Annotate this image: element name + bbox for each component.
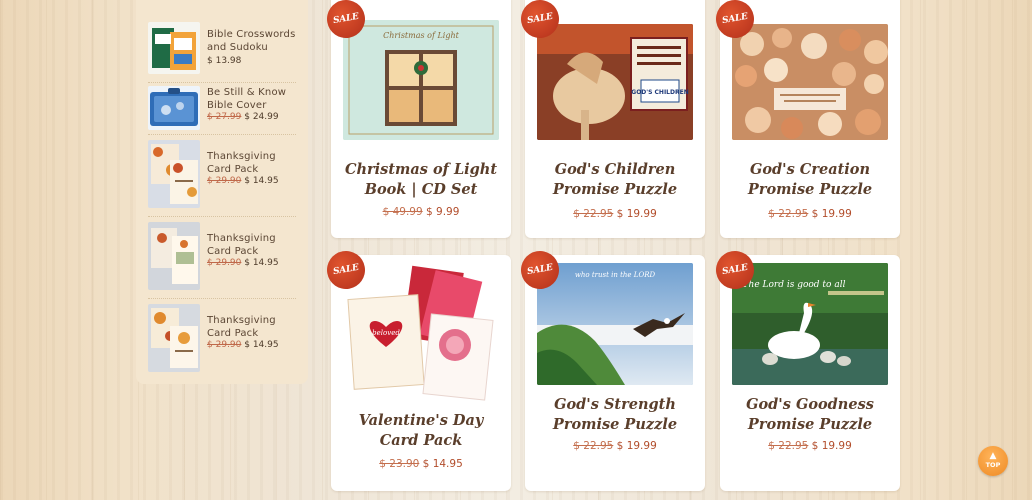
sidebar-item-sale-price: $ 13.98 bbox=[207, 56, 242, 66]
product-price: $ 22.95 $ 19.99 bbox=[525, 440, 705, 452]
product-sale-price: $ 19.99 bbox=[811, 440, 852, 452]
sidebar-item-price: $ 29.90 $ 14.95 bbox=[207, 258, 279, 268]
product-title[interactable]: Christmas of Light Book | CD Set bbox=[339, 160, 503, 200]
sidebar-item-title[interactable]: Bible Crosswords and Sudoku bbox=[207, 28, 299, 54]
sidebar-item-title[interactable]: Thanksgiving Card Pack bbox=[207, 232, 299, 258]
product-title[interactable]: Valentine's Day Card Pack bbox=[339, 411, 503, 451]
product-card[interactable]: SALE God's Creation Promise Puzzle $ 22.… bbox=[712, 0, 900, 238]
sidebar-item-price: $ 29.90 $ 14.95 bbox=[207, 340, 279, 350]
product-image[interactable]: beloved bbox=[343, 261, 499, 401]
product-image[interactable] bbox=[732, 24, 888, 140]
product-old-price: $ 22.95 bbox=[768, 208, 809, 220]
sidebar-item-sale-price: $ 14.95 bbox=[244, 258, 279, 268]
product-image[interactable]: The Lord is good to all bbox=[732, 263, 888, 385]
sidebar-item[interactable]: Be Still & Know Bible Cover $ 27.99 $ 24… bbox=[148, 82, 296, 135]
sidebar-item-old-price: $ 29.90 bbox=[207, 258, 242, 268]
product-card[interactable]: Christmas of Light SALE Christmas of Lig… bbox=[323, 0, 511, 238]
sidebar-product-list: Bible Crosswords and Sudoku $ 13.98 Be S… bbox=[136, 0, 308, 384]
product-image[interactable]: who trust in the LORD bbox=[537, 263, 693, 385]
product-sale-price: $ 19.99 bbox=[811, 208, 852, 220]
product-title[interactable]: God's Strength Promise Puzzle bbox=[533, 395, 697, 435]
product-card[interactable]: beloved SALE Valentine's Day Card Pack $… bbox=[323, 247, 511, 491]
sidebar-item-old-price: $ 29.90 bbox=[207, 340, 242, 350]
product-title[interactable]: God's Creation Promise Puzzle bbox=[728, 160, 892, 200]
sidebar-item[interactable]: Bible Crosswords and Sudoku $ 13.98 bbox=[148, 20, 296, 83]
sidebar-item-title[interactable]: Be Still & Know Bible Cover bbox=[207, 86, 299, 112]
sidebar-item-sale-price: $ 24.99 bbox=[244, 112, 279, 122]
product-sale-price: $ 19.99 bbox=[616, 440, 657, 452]
sidebar-item-sale-price: $ 14.95 bbox=[244, 176, 279, 186]
product-old-price: $ 22.95 bbox=[573, 440, 614, 452]
product-image[interactable]: GOD'S CHILDREN bbox=[537, 24, 693, 140]
product-price: $ 22.95 $ 19.99 bbox=[720, 208, 900, 220]
product-price: $ 22.95 $ 19.99 bbox=[525, 208, 705, 220]
sidebar-item[interactable]: Thanksgiving Card Pack $ 29.90 $ 14.95 bbox=[148, 298, 296, 376]
back-to-top-label: TOP bbox=[985, 461, 1001, 469]
product-card[interactable]: GOD'S CHILDREN SALE God's Children Promi… bbox=[517, 0, 705, 238]
chevron-up-icon: ▲ bbox=[989, 451, 997, 461]
product-old-price: $ 23.90 bbox=[379, 458, 420, 470]
product-sale-price: $ 9.99 bbox=[426, 206, 460, 218]
sidebar-item-price: $ 29.90 $ 14.95 bbox=[207, 176, 279, 186]
product-image-caption: GOD'S CHILDREN bbox=[631, 89, 688, 96]
product-old-price: $ 49.99 bbox=[382, 206, 423, 218]
product-image-caption: The Lord is good to all bbox=[743, 280, 846, 290]
product-sale-price: $ 14.95 bbox=[422, 458, 463, 470]
product-image-caption: who trust in the LORD bbox=[575, 271, 656, 279]
product-sale-price: $ 19.99 bbox=[616, 208, 657, 220]
sidebar-item-price: $ 27.99 $ 24.99 bbox=[207, 112, 279, 122]
product-card[interactable]: who trust in the LORD SALE God's Strengt… bbox=[517, 247, 705, 491]
sidebar-item-sale-price: $ 14.95 bbox=[244, 340, 279, 350]
sidebar-item-title[interactable]: Thanksgiving Card Pack bbox=[207, 150, 299, 176]
product-old-price: $ 22.95 bbox=[768, 440, 809, 452]
product-image-caption: Christmas of Light bbox=[383, 31, 459, 40]
sidebar-item-old-price: $ 29.90 bbox=[207, 176, 242, 186]
sidebar-item-image[interactable] bbox=[148, 86, 200, 130]
sidebar-item-title[interactable]: Thanksgiving Card Pack bbox=[207, 314, 299, 340]
product-title[interactable]: God's Children Promise Puzzle bbox=[533, 160, 697, 200]
sidebar-item-price: $ 13.98 bbox=[207, 56, 241, 66]
sidebar-item[interactable]: Thanksgiving Card Pack $ 29.90 $ 14.95 bbox=[148, 216, 296, 299]
product-image-caption: beloved bbox=[372, 329, 400, 337]
sidebar-item-old-price: $ 27.99 bbox=[207, 112, 242, 122]
sidebar-item-image[interactable] bbox=[148, 304, 200, 372]
sidebar-item-image[interactable] bbox=[148, 140, 200, 208]
sidebar-item-image[interactable] bbox=[148, 22, 200, 74]
product-price: $ 22.95 $ 19.99 bbox=[720, 440, 900, 452]
product-title[interactable]: God's Goodness Promise Puzzle bbox=[728, 395, 892, 435]
back-to-top-button[interactable]: ▲ TOP bbox=[978, 446, 1008, 476]
product-card[interactable]: The Lord is good to all SALE God's Goodn… bbox=[712, 247, 900, 491]
product-price: $ 49.99 $ 9.99 bbox=[331, 206, 511, 218]
sidebar-item-image[interactable] bbox=[148, 222, 200, 290]
product-price: $ 23.90 $ 14.95 bbox=[331, 458, 511, 470]
product-old-price: $ 22.95 bbox=[573, 208, 614, 220]
sidebar-item[interactable]: Thanksgiving Card Pack $ 29.90 $ 14.95 bbox=[148, 134, 296, 217]
product-image[interactable]: Christmas of Light bbox=[343, 20, 499, 140]
